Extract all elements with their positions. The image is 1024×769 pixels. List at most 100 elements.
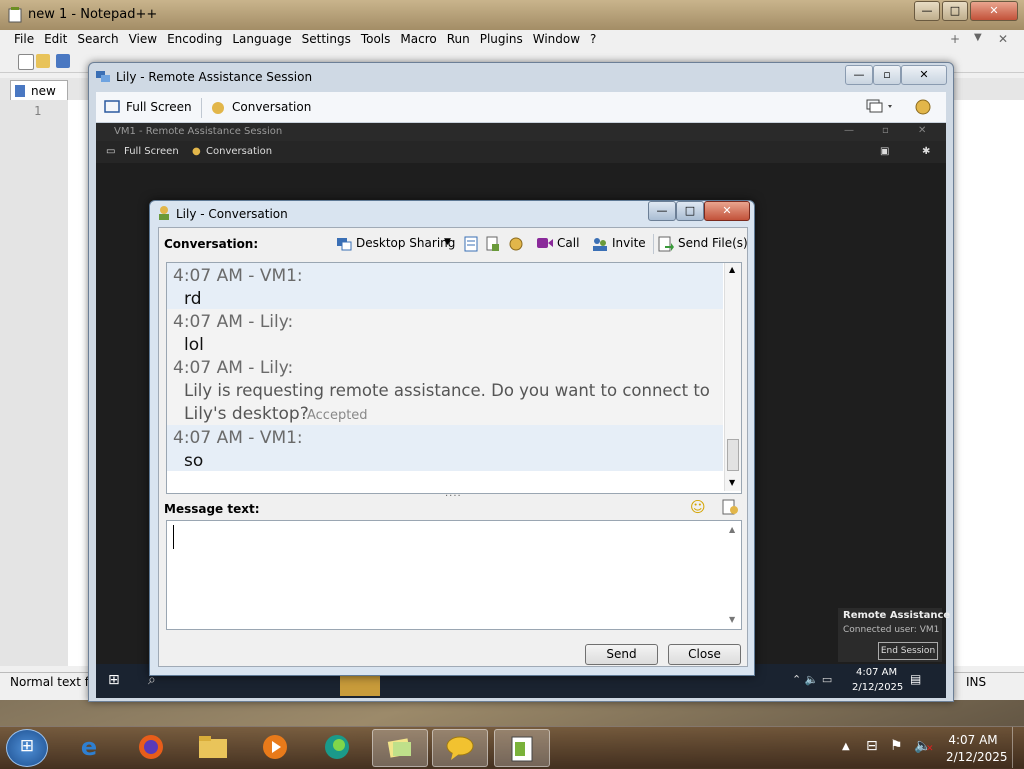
new-file-icon[interactable] [18, 54, 34, 70]
notepad-close-button[interactable]: ✕ [970, 1, 1018, 21]
ra-minimize-button[interactable]: — [845, 65, 873, 85]
vm-help-icon[interactable]: ✱ [922, 146, 930, 157]
message-text: lol [184, 335, 204, 355]
history-scrollbar[interactable]: ▲ ▼ [724, 263, 741, 491]
message-item: 4:07 AM - Lily: Lily is requesting remot… [167, 355, 723, 425]
windows-logo-icon: ⊞ [19, 736, 35, 756]
menu-plugins[interactable]: Plugins [475, 30, 528, 48]
display-settings-icon[interactable] [866, 99, 896, 115]
ra-title: Lily - Remote Assistance Session [116, 70, 313, 84]
line-number: 1 [34, 104, 42, 118]
vm-full-screen-icon: ▭ [106, 146, 116, 157]
notepad-new-tab-icon[interactable]: + [950, 32, 960, 46]
connected-user: Connected user: VM1 [843, 625, 940, 635]
document-share-icon[interactable] [486, 236, 500, 252]
show-hidden-icons[interactable]: ▲ [842, 741, 850, 752]
input-scroll-up-icon[interactable]: ▲ [729, 525, 735, 534]
send-button[interactable]: Send [585, 644, 658, 665]
media-player-icon [263, 735, 287, 759]
end-session-button[interactable]: End Session [878, 642, 938, 660]
vm-start-icon[interactable]: ⊞ [108, 672, 120, 688]
message-item: 4:07 AM - VM1: so [167, 425, 723, 471]
scroll-down-icon[interactable]: ▼ [729, 478, 735, 487]
taskbar-media-player[interactable] [248, 729, 302, 765]
taskbar-notepad-plus-plus[interactable] [494, 729, 550, 767]
conv-maximize-button[interactable]: □ [676, 201, 704, 221]
menu-file[interactable]: File [9, 30, 39, 48]
network-icon[interactable]: ⊟ [866, 738, 878, 754]
close-button[interactable]: Close [668, 644, 741, 665]
message-header: 4:07 AM - Lily: [173, 358, 294, 378]
whiteboard-icon[interactable] [464, 236, 478, 252]
taskbar-clock-time[interactable]: 4:07 AM [946, 733, 1000, 747]
firefox-icon [139, 735, 163, 759]
menu-macro[interactable]: Macro [395, 30, 441, 48]
conversation-history[interactable]: 4:07 AM - VM1: rd 4:07 AM - Lily: lol 4:… [166, 262, 742, 494]
chevron-down-icon: ▼ [444, 237, 451, 247]
menu-language[interactable]: Language [227, 30, 296, 48]
message-text-continued: Lily's desktop? [184, 404, 309, 424]
vm-tray-icons[interactable]: ⌃ 🔈 ▭ [792, 673, 832, 686]
vm-minimize-icon[interactable]: — [844, 125, 854, 136]
taskbar-remote-assistance[interactable] [432, 729, 488, 767]
toolbar-divider [653, 234, 654, 254]
menu-search[interactable]: Search [72, 30, 123, 48]
notepad-list-tabs-icon[interactable]: ▼ [974, 32, 982, 43]
menu-run[interactable]: Run [442, 30, 475, 48]
start-button[interactable]: ⊞ [6, 729, 48, 767]
menu-encoding[interactable]: Encoding [162, 30, 227, 48]
internet-explorer-icon: e [80, 733, 98, 761]
status-ins: INS [966, 675, 987, 689]
ra-close-button[interactable]: ✕ [901, 65, 947, 85]
menu-help[interactable]: ? [585, 30, 601, 48]
vm-close-icon[interactable]: ✕ [918, 125, 926, 136]
vm-maximize-icon[interactable]: ▫ [882, 125, 889, 136]
message-input[interactable]: ▲ ▼ [166, 520, 742, 630]
file-tab-icon [15, 85, 25, 97]
open-folder-icon[interactable] [36, 54, 50, 68]
taskbar-remote-desktop[interactable] [372, 729, 428, 767]
splitter-grip[interactable]: ···· [445, 491, 462, 502]
conv-close-button[interactable]: ✕ [704, 201, 750, 221]
taskbar-clock-date[interactable]: 2/12/2025 [946, 750, 1008, 764]
input-scroll-down-icon[interactable]: ▼ [729, 615, 735, 624]
vm-full-screen-button[interactable]: Full Screen [124, 146, 179, 157]
menu-view[interactable]: View [124, 30, 162, 48]
tab-new-1[interactable]: new 1 [10, 80, 68, 112]
ra-conversation-label: Conversation [232, 100, 312, 114]
toolbar-divider [201, 98, 202, 118]
conv-minimize-button[interactable]: — [648, 201, 676, 221]
action-center-flag-icon[interactable]: ⚑ [890, 738, 903, 754]
taskbar-explorer[interactable] [186, 729, 240, 765]
emoticon-icon[interactable]: ☺ [690, 498, 706, 516]
menu-settings[interactable]: Settings [297, 30, 356, 48]
vm-session-titlebar: VM1 - Remote Assistance Session — ▫ ✕ [96, 123, 946, 141]
video-call-icon [537, 238, 553, 248]
invite-label: Invite [612, 236, 646, 250]
taskbar-firefox[interactable] [124, 729, 178, 765]
scroll-up-icon[interactable]: ▲ [729, 265, 735, 274]
taskbar-internet-explorer[interactable]: e [62, 729, 116, 765]
activities-icon[interactable] [508, 236, 524, 252]
message-text: rd [184, 289, 202, 309]
taskbar-edge[interactable] [310, 729, 364, 765]
scroll-thumb[interactable] [727, 439, 739, 471]
send-file-icon [658, 236, 674, 252]
vm-conversation-button[interactable]: Conversation [206, 146, 272, 157]
menu-tools[interactable]: Tools [356, 30, 396, 48]
notepad-titlebar[interactable]: new 1 - Notepad++ — □ ✕ [0, 0, 1024, 30]
help-icon[interactable] [914, 98, 932, 116]
notepad-close-tab-icon[interactable]: ✕ [998, 32, 1008, 46]
notepad-minimize-button[interactable]: — [914, 1, 940, 21]
font-settings-icon[interactable] [722, 499, 738, 515]
message-header: 4:07 AM - VM1: [173, 428, 303, 448]
menu-window[interactable]: Window [528, 30, 585, 48]
folder-icon [199, 736, 227, 758]
menu-edit[interactable]: Edit [39, 30, 72, 48]
vm-notification-icon[interactable]: ▤ [910, 672, 921, 686]
show-desktop-button[interactable] [1012, 727, 1024, 768]
ra-maximize-button[interactable]: ▫ [873, 65, 901, 85]
vm-display-icon[interactable]: ▣ [880, 146, 889, 157]
notepad-maximize-button[interactable]: □ [942, 1, 968, 21]
save-icon[interactable] [56, 54, 70, 68]
